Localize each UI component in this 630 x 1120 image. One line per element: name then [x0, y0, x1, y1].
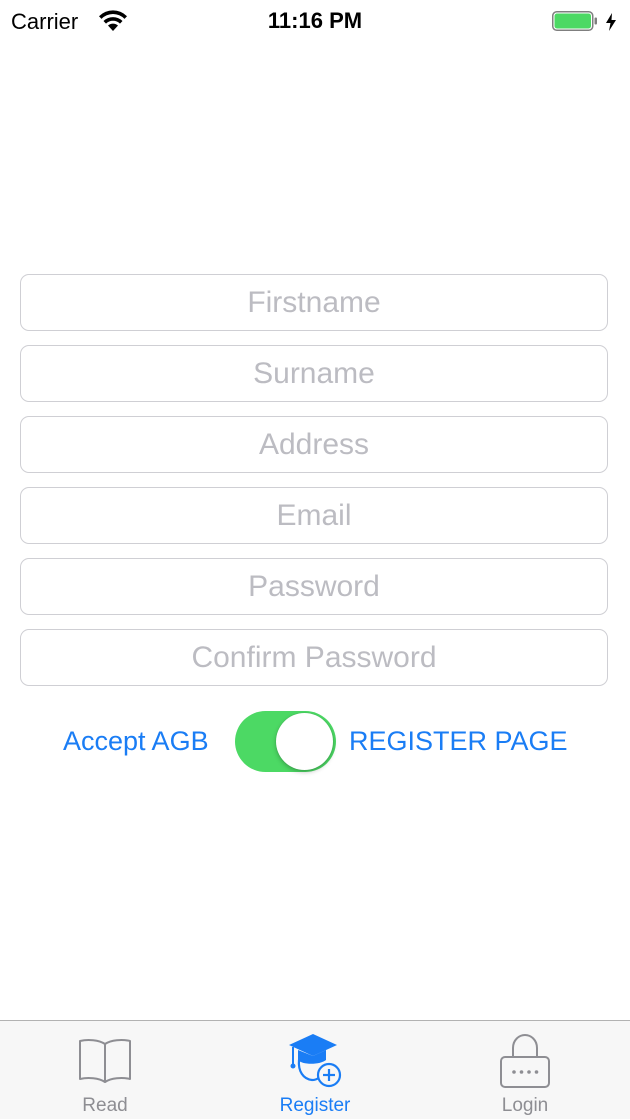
charging-bolt-icon	[606, 13, 616, 31]
accept-agb-row: Accept AGB REGISTER PAGE	[0, 710, 630, 774]
firstname-input[interactable]	[20, 274, 608, 331]
tab-read-label: Read	[82, 1095, 128, 1116]
register-page-label: REGISTER PAGE	[349, 726, 568, 756]
accept-agb-label: Accept AGB	[63, 726, 209, 756]
tab-register[interactable]: Register	[210, 1021, 420, 1120]
surname-input[interactable]	[20, 345, 608, 402]
toggle-knob	[276, 713, 333, 770]
email-input[interactable]	[20, 487, 608, 544]
status-time: 11:16 PM	[267, 8, 363, 33]
battery-icon	[552, 11, 597, 31]
tab-login[interactable]: Login	[420, 1021, 630, 1120]
book-icon	[79, 1039, 131, 1083]
tab-bar: Read Register Login	[0, 1020, 630, 1119]
tab-register-label: Register	[279, 1095, 351, 1116]
address-input[interactable]	[20, 416, 608, 473]
tab-read[interactable]: Read	[0, 1021, 210, 1120]
lock-icon	[500, 1033, 550, 1088]
accept-agb-toggle[interactable]	[235, 711, 336, 772]
graduation-cap-add-icon	[289, 1034, 342, 1088]
confirm-password-input[interactable]	[20, 629, 608, 686]
tab-login-label: Login	[501, 1095, 549, 1116]
status-bar: Carrier 11:16 PM	[0, 0, 630, 40]
password-input[interactable]	[20, 558, 608, 615]
